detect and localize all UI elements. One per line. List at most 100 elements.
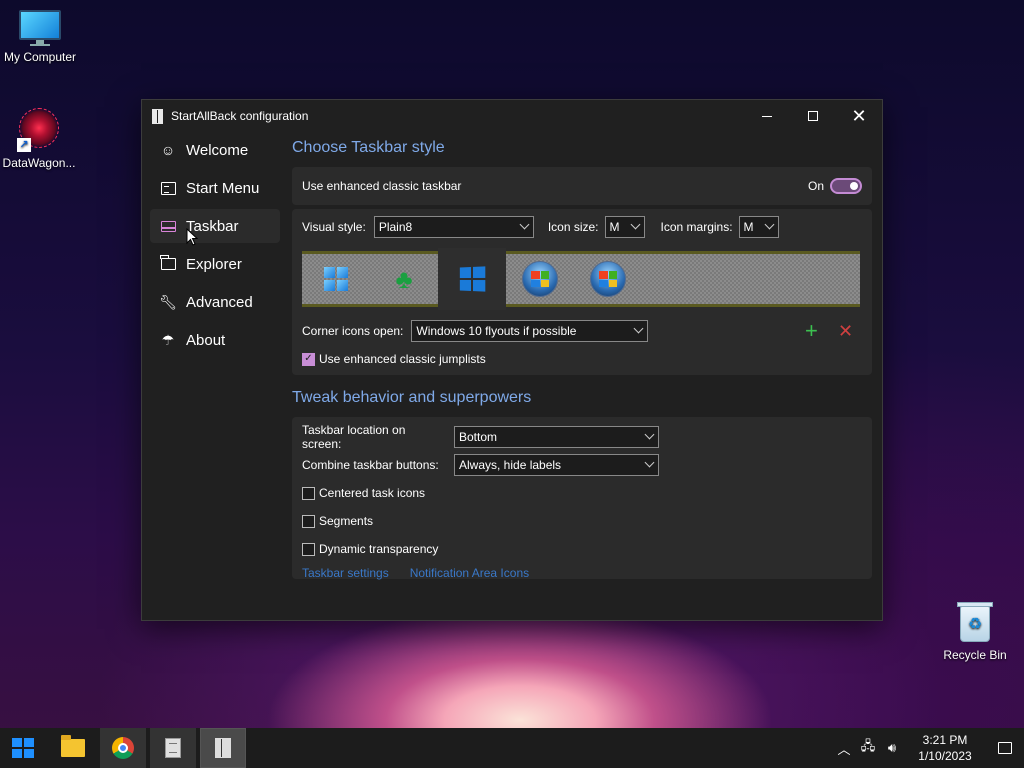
shortcut-arrow-icon: ↗ (17, 138, 31, 152)
chevron-down-icon (519, 219, 530, 230)
taskbar-settings-link[interactable]: Taskbar settings (302, 566, 389, 580)
taskbar-chrome[interactable] (100, 728, 146, 768)
style-option-windows-10[interactable] (438, 248, 506, 310)
desktop-icon-my-computer[interactable]: My Computer (0, 10, 80, 64)
icon-size-select[interactable]: M (604, 216, 645, 238)
title-bar[interactable]: StartAllBack configuration ✕ (142, 100, 882, 132)
clover-logo-icon: ♣ (395, 264, 413, 294)
sidebar-item-welcome[interactable]: ☺ Welcome (150, 133, 280, 167)
startallback-window: StartAllBack configuration ✕ ☺ Welcome S… (141, 99, 883, 621)
icon-margins-select[interactable]: M (738, 216, 779, 238)
enhanced-taskbar-row: Use enhanced classic taskbar On (292, 167, 872, 205)
sidebar-item-advanced[interactable]: 🔧︎ Advanced (150, 285, 280, 319)
windows-7-orb-icon (522, 261, 558, 297)
volume-button[interactable]: 🔊︎ (880, 728, 904, 768)
taskbar-style-picker: ♣ (302, 248, 860, 310)
desktop-icon-label: DataWagon... (2, 156, 76, 170)
mouse-cursor-icon (186, 228, 198, 246)
corner-icons-label: Corner icons open: (302, 324, 404, 338)
style-option-clover[interactable]: ♣ (370, 254, 438, 304)
sidebar-item-about[interactable]: ☂︎ About (150, 323, 280, 357)
minimize-button[interactable] (744, 100, 790, 132)
section-title-behavior: Tweak behavior and superpowers (292, 389, 532, 406)
sidebar-item-taskbar[interactable]: Taskbar (150, 209, 280, 243)
clock-time: 3:21 PM (922, 733, 968, 747)
dynamic-transparency-checkbox[interactable] (302, 542, 315, 556)
combine-buttons-select[interactable]: Always, hide labels (454, 454, 659, 476)
segments-label: Segments (319, 514, 374, 528)
folder-icon (160, 255, 176, 272)
main-content: Choose Taskbar style Use enhanced classi… (292, 133, 872, 580)
minimize-icon (762, 115, 772, 117)
jumplists-label: Use enhanced classic jumplists (319, 352, 486, 366)
combine-buttons-label: Combine taskbar buttons: (302, 458, 439, 472)
style-option-windows-11[interactable] (302, 254, 370, 304)
desktop-icon-datawagon[interactable]: ↗ DataWagon... (0, 108, 79, 170)
segments-checkbox[interactable] (302, 514, 315, 528)
jumplists-checkbox[interactable]: ✓ (302, 352, 315, 366)
dynamic-transparency-row[interactable]: Dynamic transparency (302, 535, 862, 563)
taskbar-document-app[interactable] (150, 728, 196, 768)
sidebar-item-explorer[interactable]: Explorer (150, 247, 280, 281)
maximize-icon (808, 111, 818, 121)
start-button[interactable] (0, 728, 46, 768)
system-tray: ︿ 🖧︎ 🔊︎ 3:21 PM 1/10/2023 (832, 728, 1024, 768)
document-app-icon (165, 738, 181, 758)
taskbar-file-explorer[interactable] (50, 728, 96, 768)
jumplists-row[interactable]: ✓ Use enhanced classic jumplists (302, 347, 862, 371)
speaker-icon: 🔊︎ (887, 740, 897, 755)
sidebar-item-label: Advanced (186, 293, 253, 311)
close-button[interactable]: ✕ (836, 100, 882, 132)
toggle-state-label: On (807, 179, 824, 193)
chevron-down-icon (764, 219, 774, 230)
taskbar-location-select[interactable]: Bottom (454, 426, 659, 448)
taskbar-startallback[interactable] (200, 728, 246, 768)
startallback-app-icon (152, 108, 163, 124)
behavior-panel: Taskbar location on screen: Bottom Combi… (292, 417, 872, 580)
show-hidden-icons-button[interactable]: ︿ (832, 728, 856, 768)
notification-icon (998, 742, 1012, 754)
chevron-down-icon (644, 457, 655, 468)
centered-icons-checkbox[interactable] (302, 486, 315, 500)
wrench-icon: 🔧︎ (159, 293, 177, 310)
style-option-windows-7[interactable] (506, 254, 574, 304)
add-icon-button[interactable]: + (805, 319, 818, 343)
chevron-up-icon: ︿ (837, 741, 851, 757)
enhanced-taskbar-toggle[interactable] (830, 178, 862, 194)
style-option-windows-vista[interactable] (574, 254, 642, 304)
centered-icons-row[interactable]: Centered task icons (302, 479, 862, 507)
file-explorer-icon (61, 735, 85, 757)
section-title-taskbar-style: Choose Taskbar style (292, 139, 445, 156)
taskbar-clock[interactable]: 3:21 PM 1/10/2023 (910, 732, 980, 764)
network-icon: 🖧︎ (860, 738, 876, 753)
taskbar-location-label: Taskbar location on screen: (302, 423, 406, 451)
dynamic-transparency-label: Dynamic transparency (319, 542, 439, 556)
sidebar-item-start-menu[interactable]: Start Menu (150, 171, 280, 205)
icon-margins-value: M (743, 220, 754, 234)
notification-area-icons-link[interactable]: Notification Area Icons (410, 566, 529, 580)
sidebar-item-label: Welcome (186, 141, 249, 159)
sidebar-item-label: Explorer (186, 255, 242, 273)
desktop-icon-recycle-bin[interactable]: ♻ Recycle Bin (935, 600, 1015, 662)
icon-margins-label: Icon margins: (660, 220, 733, 234)
icon-size-label: Icon size: (547, 220, 599, 234)
notification-center-button[interactable] (986, 728, 1024, 768)
taskbar: ︿ 🖧︎ 🔊︎ 3:21 PM 1/10/2023 (0, 728, 1024, 768)
corner-icons-value: Windows 10 flyouts if possible (416, 324, 577, 338)
windows-11-logo-icon (324, 267, 348, 291)
close-icon: ✕ (851, 106, 867, 126)
combine-buttons-value: Always, hide labels (459, 458, 562, 472)
visual-style-value: Plain8 (378, 220, 413, 234)
remove-icon-button[interactable]: ✕ (838, 319, 853, 343)
clock-date: 1/10/2023 (918, 749, 972, 763)
datawagon-icon: ↗ (17, 108, 61, 152)
maximize-button[interactable] (790, 100, 836, 132)
taskbar-location-value: Bottom (459, 430, 498, 444)
icon-size-value: M (609, 220, 620, 234)
corner-icons-select[interactable]: Windows 10 flyouts if possible (411, 320, 649, 342)
centered-icons-label: Centered task icons (319, 486, 426, 500)
visual-style-select[interactable]: Plain8 (373, 216, 534, 238)
chevron-down-icon (633, 323, 644, 334)
segments-row[interactable]: Segments (302, 507, 862, 535)
network-button[interactable]: 🖧︎ (856, 728, 880, 768)
